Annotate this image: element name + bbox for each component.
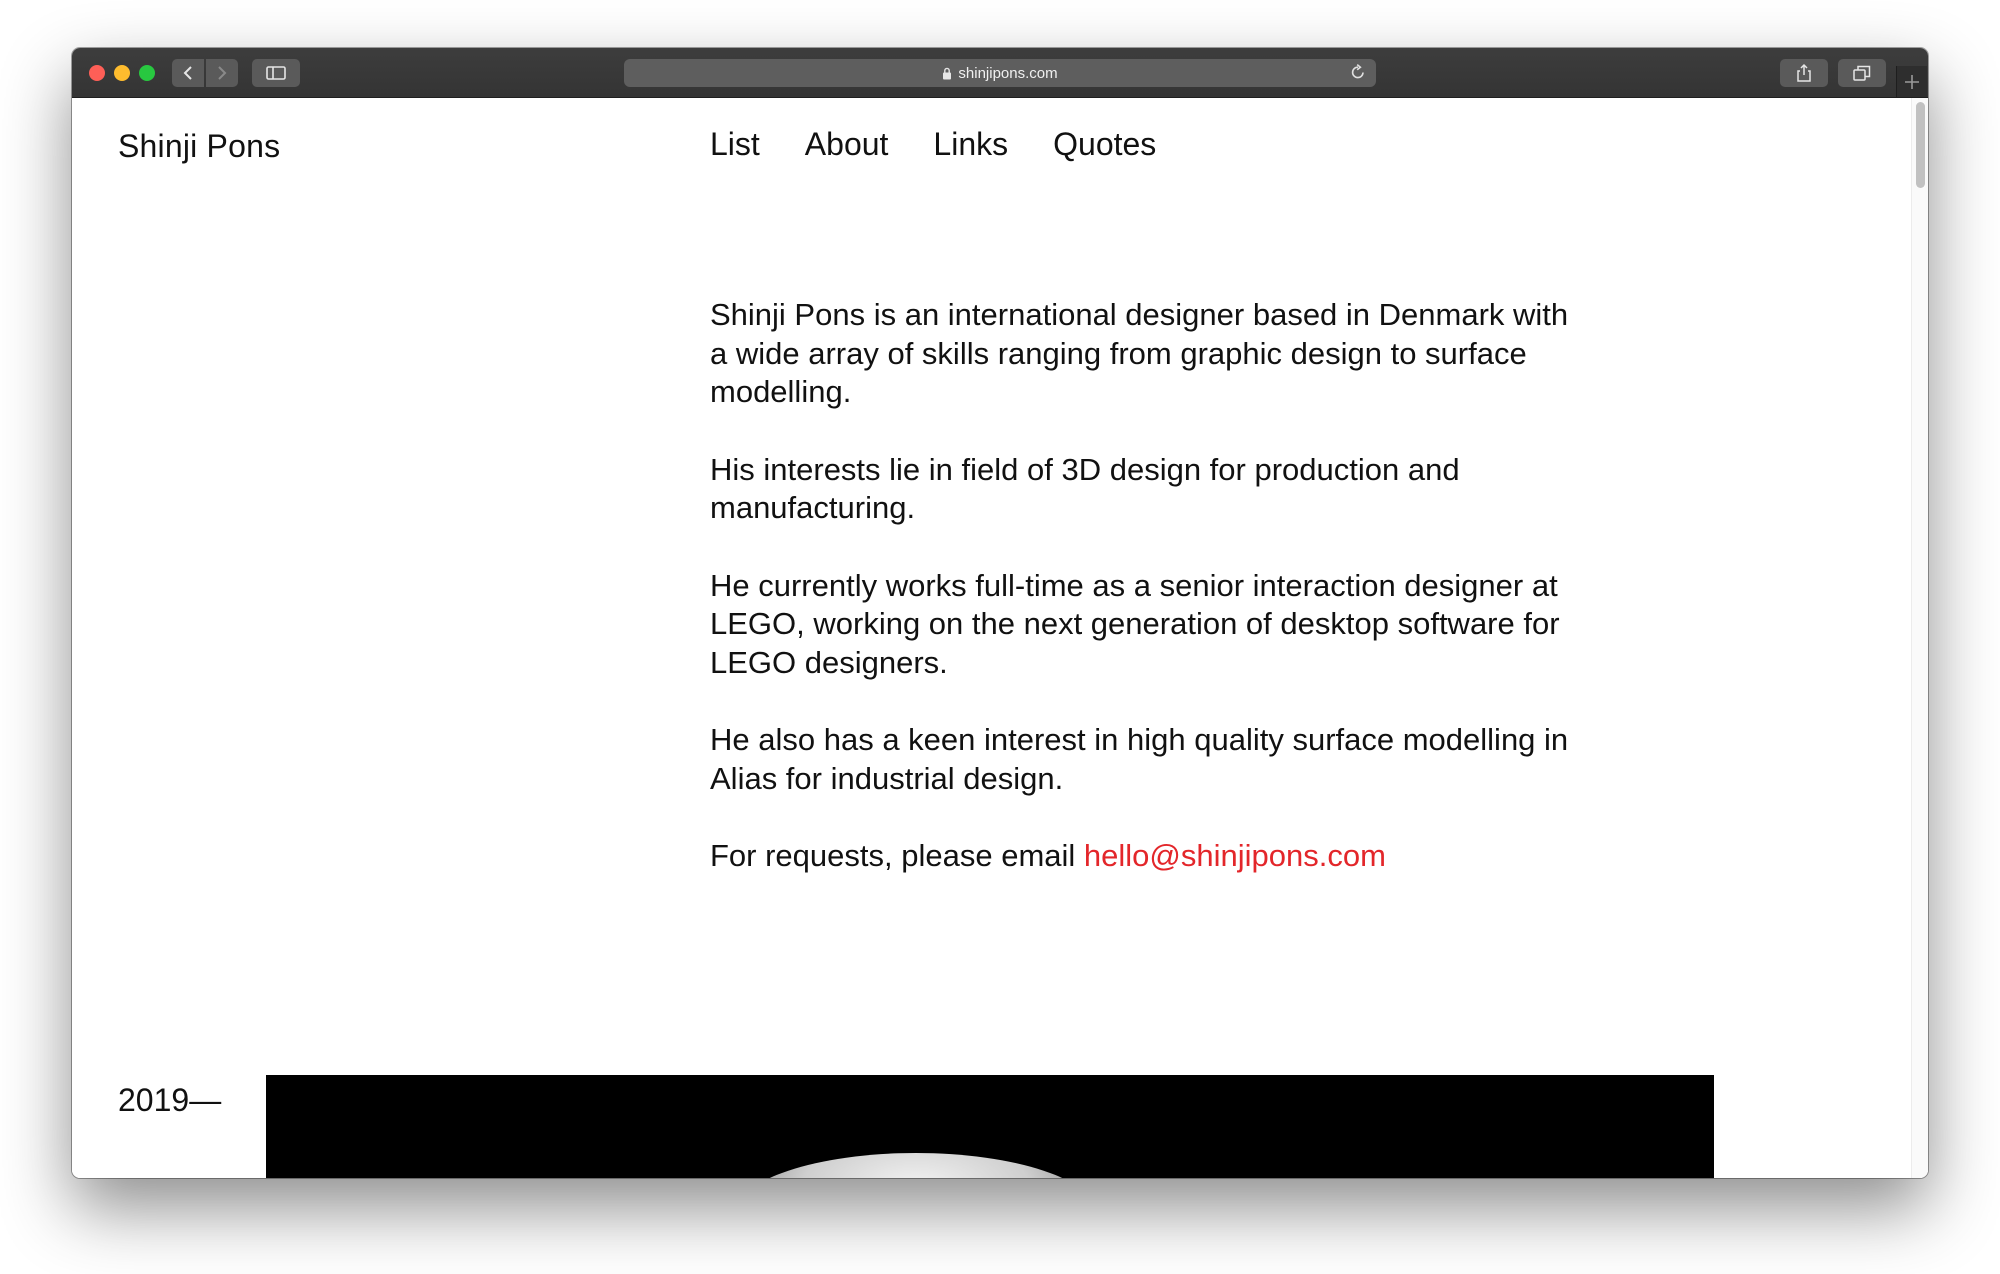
project-year: 2019— xyxy=(118,1082,222,1118)
nav-link-quotes[interactable]: Quotes xyxy=(1053,126,1156,163)
bio-paragraph-interests: His interests lie in field of 3D design … xyxy=(710,451,1460,526)
nav-link-list[interactable]: List xyxy=(710,126,760,163)
main-navigation: List About Links Quotes xyxy=(710,126,1156,163)
close-window-button[interactable] xyxy=(89,65,105,81)
vertical-scrollbar[interactable] xyxy=(1911,98,1928,1178)
history-navigation xyxy=(172,59,238,87)
bio-paragraph-contact: For requests, please email hello@shinjip… xyxy=(710,837,1590,876)
lock-icon xyxy=(943,67,952,79)
browser-window: shinjipons.com Shinji Pons List About Li… xyxy=(72,48,1928,1178)
about-text: Shinji Pons is an international designer… xyxy=(710,296,1590,915)
nav-link-about[interactable]: About xyxy=(805,126,889,163)
sidebar-icon xyxy=(266,66,286,80)
url-text: shinjipons.com xyxy=(958,64,1058,82)
back-button[interactable] xyxy=(172,59,204,87)
chevron-right-icon xyxy=(218,66,227,80)
zoom-window-button[interactable] xyxy=(139,65,155,81)
browser-toolbar: shinjipons.com xyxy=(72,48,1928,98)
plus-icon xyxy=(1905,74,1919,89)
product-render xyxy=(736,1153,1096,1178)
reload-icon xyxy=(1351,63,1364,79)
share-icon xyxy=(1797,63,1811,82)
address-bar[interactable]: shinjipons.com xyxy=(624,59,1376,87)
tab-overview-button[interactable] xyxy=(1838,59,1886,87)
bio-paragraph-intro: Shinji Pons is an international designer… xyxy=(710,297,1569,409)
minimize-window-button[interactable] xyxy=(114,65,130,81)
contact-prefix: For requests, please email xyxy=(710,838,1084,873)
share-button[interactable] xyxy=(1780,59,1828,87)
bio-paragraph-work: He currently works full-time as a senior… xyxy=(710,567,1560,680)
site-logo-link[interactable]: Shinji Pons xyxy=(118,128,280,165)
new-tab-button[interactable] xyxy=(1896,66,1927,97)
chevron-left-icon xyxy=(183,66,192,80)
tabs-overview-icon xyxy=(1853,65,1871,81)
bio-paragraph-modelling: He also has a keen interest in high qual… xyxy=(710,722,1569,796)
sidebar-toggle-button[interactable] xyxy=(252,59,300,87)
email-link[interactable]: hello@shinjipons.com xyxy=(1084,838,1386,873)
forward-button[interactable] xyxy=(206,59,238,87)
nav-link-links[interactable]: Links xyxy=(933,126,1008,163)
page-viewport: Shinji Pons List About Links Quotes Shin… xyxy=(72,98,1928,1178)
reload-button[interactable] xyxy=(1350,63,1366,86)
project-image[interactable] xyxy=(266,1075,1714,1178)
scrollbar-thumb[interactable] xyxy=(1916,102,1925,188)
